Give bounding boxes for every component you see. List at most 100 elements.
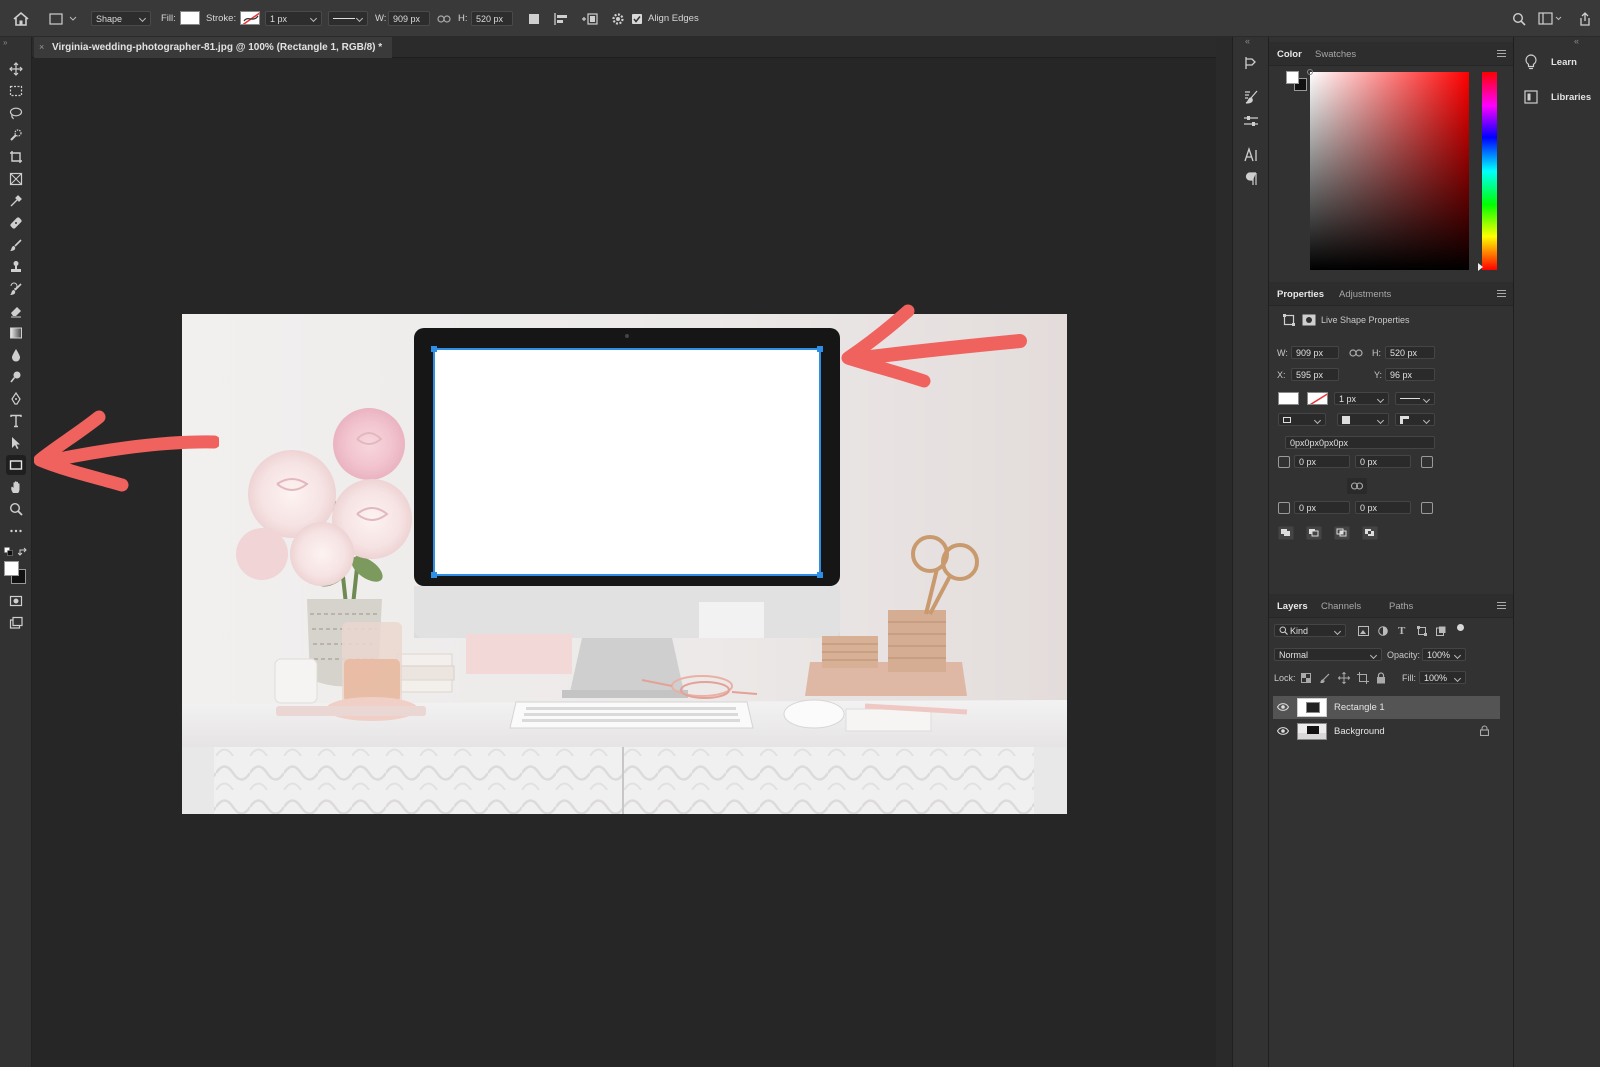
- color-field[interactable]: [1307, 69, 1469, 270]
- stroke-width-field[interactable]: 1 px: [265, 11, 322, 26]
- path-selection-tool-icon[interactable]: [6, 433, 26, 453]
- character-panel-icon[interactable]: [1243, 147, 1259, 163]
- lock-pixels-icon[interactable]: [1320, 673, 1330, 683]
- brush-tool-icon[interactable]: [6, 235, 26, 255]
- hue-slider[interactable]: [1482, 72, 1497, 270]
- prop-y-field[interactable]: 96 px: [1385, 368, 1435, 381]
- color-panel-foreground-swatch[interactable]: [1286, 71, 1299, 84]
- filter-shape-icon[interactable]: [1417, 626, 1427, 636]
- path-intersect-icon[interactable]: [1334, 526, 1350, 540]
- path-operations-icon[interactable]: [527, 0, 541, 37]
- eyedropper-tool-icon[interactable]: [6, 191, 26, 211]
- pen-tool-icon[interactable]: [6, 389, 26, 409]
- layer-fill-field[interactable]: 100%: [1419, 671, 1466, 684]
- collapse-panels-icon[interactable]: «: [1245, 36, 1250, 46]
- prop-link-icon[interactable]: [1349, 348, 1363, 358]
- corner-radius-summary-field[interactable]: 0px0px0px0px: [1285, 436, 1435, 449]
- eye-icon[interactable]: [1277, 726, 1289, 736]
- tab-channels[interactable]: Channels: [1321, 601, 1361, 612]
- more-tools-icon[interactable]: [6, 521, 26, 541]
- close-document-icon[interactable]: ×: [39, 42, 44, 52]
- corner-tr-field[interactable]: 0 px: [1355, 455, 1411, 468]
- gear-icon[interactable]: [611, 0, 625, 37]
- tab-adjustments[interactable]: Adjustments: [1339, 289, 1391, 300]
- stroke-corners-select[interactable]: [1395, 413, 1435, 426]
- lock-position-icon[interactable]: [1338, 672, 1350, 684]
- collapse-right-panel-icon[interactable]: «: [1574, 36, 1579, 46]
- corner-bl-field[interactable]: 0 px: [1294, 501, 1350, 514]
- align-edges-checkbox[interactable]: Align Edges: [632, 0, 699, 37]
- path-arrangement-icon[interactable]: [581, 0, 599, 37]
- path-union-icon[interactable]: [1278, 526, 1294, 540]
- brush-settings-icon[interactable]: [1243, 89, 1259, 105]
- zoom-tool-icon[interactable]: [6, 499, 26, 519]
- filter-smart-object-icon[interactable]: [1436, 626, 1446, 636]
- layers-panel-menu-icon[interactable]: [1497, 602, 1506, 609]
- link-icon[interactable]: [437, 0, 451, 37]
- tab-properties[interactable]: Properties: [1277, 289, 1324, 300]
- fill-swatch[interactable]: [180, 11, 200, 25]
- foreground-color-swatch[interactable]: [4, 561, 19, 576]
- lock-transparent-icon[interactable]: [1301, 673, 1311, 683]
- quick-mask-icon[interactable]: [6, 591, 26, 611]
- blend-mode-select[interactable]: Normal: [1274, 648, 1382, 661]
- path-exclude-icon[interactable]: [1362, 526, 1378, 540]
- clone-stamp-tool-icon[interactable]: [6, 257, 26, 277]
- shape-mode-select[interactable]: Shape: [91, 11, 151, 26]
- corner-tl-field[interactable]: 0 px: [1294, 455, 1350, 468]
- color-panel-menu-icon[interactable]: [1497, 50, 1506, 57]
- layer-row-rectangle-1[interactable]: Rectangle 1: [1273, 696, 1500, 719]
- hue-slider-handle-icon[interactable]: [1478, 263, 1483, 271]
- quick-selection-tool-icon[interactable]: [6, 125, 26, 145]
- prop-stroke-swatch[interactable]: [1307, 392, 1328, 405]
- filter-toggle-icon[interactable]: [1457, 624, 1464, 631]
- blur-tool-icon[interactable]: [6, 345, 26, 365]
- move-tool-icon[interactable]: [6, 59, 26, 79]
- home-icon[interactable]: [12, 0, 30, 37]
- prop-width-field[interactable]: 909 px: [1291, 346, 1339, 359]
- learn-button[interactable]: Learn: [1524, 54, 1577, 70]
- path-subtract-icon[interactable]: [1306, 526, 1322, 540]
- stroke-swatch[interactable]: [240, 11, 260, 25]
- prop-x-field[interactable]: 595 px: [1291, 368, 1339, 381]
- tab-paths[interactable]: Paths: [1389, 601, 1413, 612]
- type-tool-icon[interactable]: [6, 411, 26, 431]
- eye-icon[interactable]: [1277, 702, 1289, 712]
- swap-colors-icon[interactable]: [18, 547, 28, 557]
- corner-link-icon[interactable]: [1347, 478, 1367, 494]
- prop-height-field[interactable]: 520 px: [1385, 346, 1435, 359]
- marquee-tool-icon[interactable]: [6, 81, 26, 101]
- screen-mode-icon[interactable]: [6, 613, 26, 633]
- tab-layers[interactable]: Layers: [1277, 601, 1308, 612]
- history-panel-icon[interactable]: [1243, 55, 1259, 71]
- width-field[interactable]: 909 px: [388, 11, 430, 26]
- lock-all-icon[interactable]: [1376, 672, 1386, 684]
- path-alignment-icon[interactable]: [553, 0, 569, 37]
- libraries-button[interactable]: Libraries: [1524, 90, 1591, 104]
- filter-type-icon[interactable]: T: [1398, 625, 1405, 637]
- share-icon[interactable]: [1578, 0, 1592, 37]
- healing-brush-tool-icon[interactable]: [6, 213, 26, 233]
- tab-color[interactable]: Color: [1277, 49, 1302, 60]
- hand-tool-icon[interactable]: [6, 477, 26, 497]
- collapse-toolbar-icon[interactable]: »: [3, 38, 7, 47]
- adjustments-sliders-icon[interactable]: [1243, 113, 1259, 129]
- dodge-tool-icon[interactable]: [6, 367, 26, 387]
- stroke-caps-select[interactable]: [1337, 413, 1389, 426]
- history-brush-tool-icon[interactable]: [6, 279, 26, 299]
- tool-preset-picker[interactable]: [49, 0, 79, 37]
- workspace-switcher-icon[interactable]: [1538, 0, 1562, 37]
- layer-filter-select[interactable]: Kind: [1274, 624, 1346, 637]
- layer-row-background[interactable]: Background: [1273, 720, 1500, 743]
- height-field[interactable]: 520 px: [471, 11, 513, 26]
- lasso-tool-icon[interactable]: [6, 103, 26, 123]
- filter-adjustment-icon[interactable]: [1378, 626, 1388, 636]
- prop-fill-swatch[interactable]: [1278, 392, 1299, 405]
- paragraph-panel-icon[interactable]: [1243, 171, 1259, 187]
- corner-br-field[interactable]: 0 px: [1355, 501, 1411, 514]
- search-icon[interactable]: [1512, 0, 1526, 37]
- frame-tool-icon[interactable]: [6, 169, 26, 189]
- gradient-tool-icon[interactable]: [6, 323, 26, 343]
- opacity-field[interactable]: 100%: [1422, 648, 1466, 661]
- crop-tool-icon[interactable]: [6, 147, 26, 167]
